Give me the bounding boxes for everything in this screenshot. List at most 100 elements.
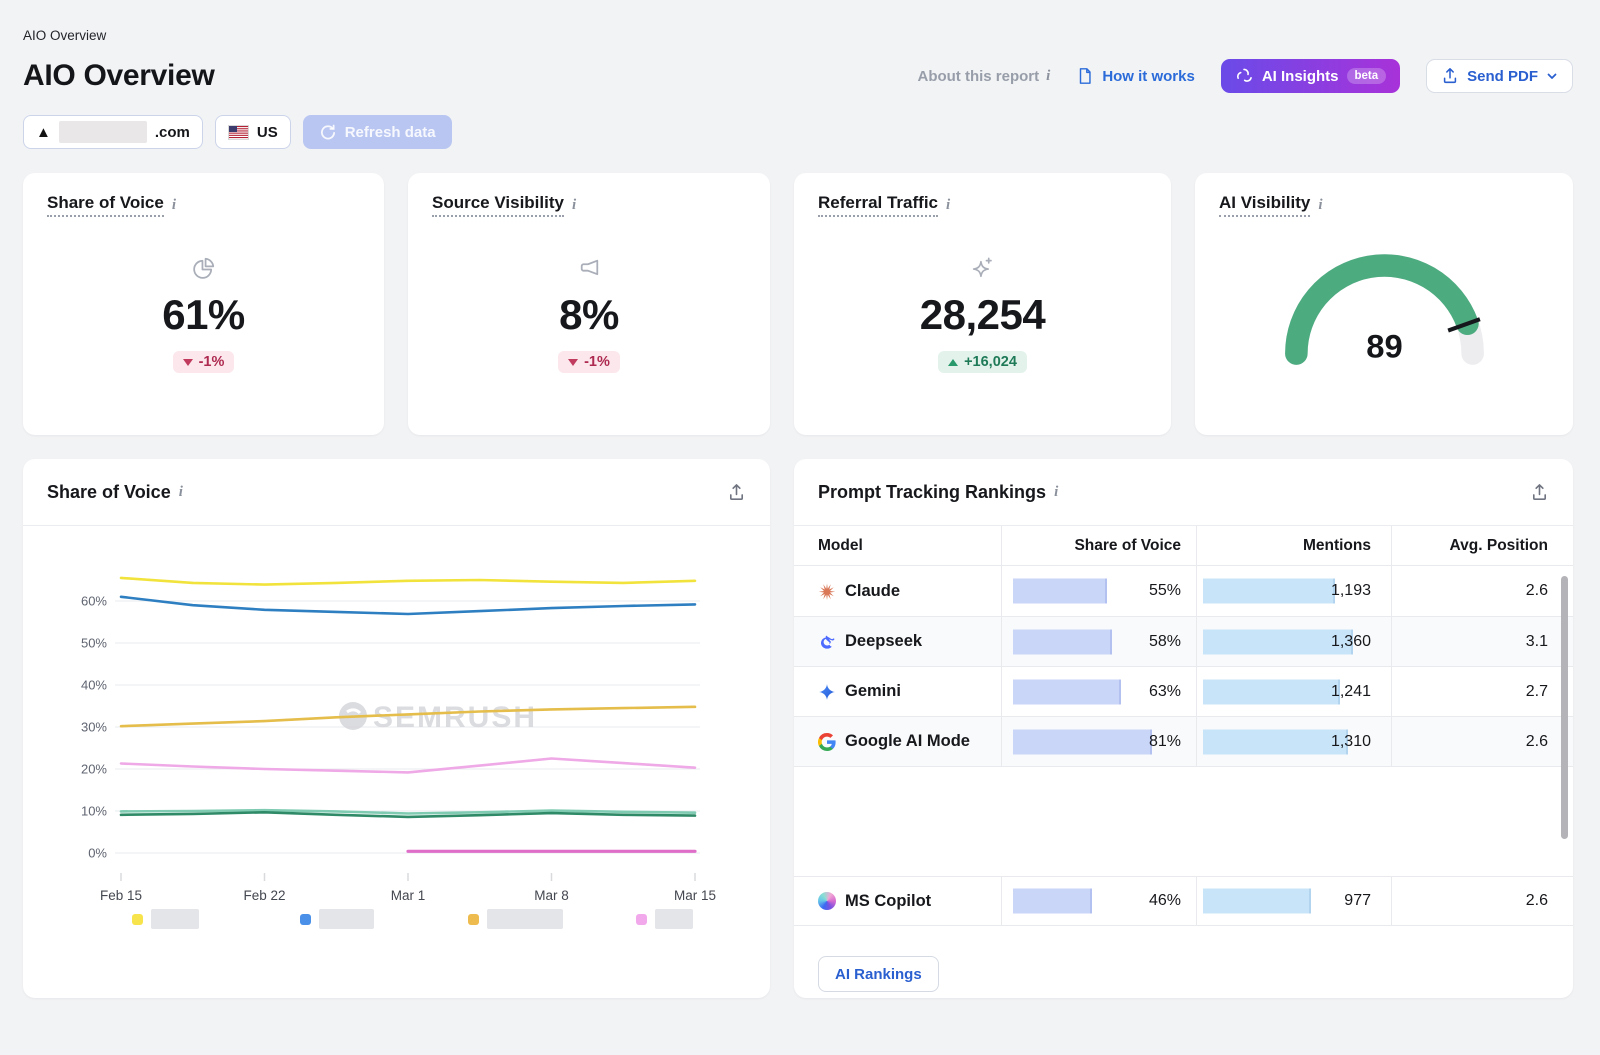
google-icon: [818, 733, 836, 751]
model-name: Deepseek: [845, 632, 922, 651]
legend-item[interactable]: [636, 909, 693, 929]
table-row-gemini[interactable]: Gemini63%1,2412.7: [794, 666, 1573, 716]
svg-text:30%: 30%: [81, 720, 107, 735]
export-icon: [727, 490, 746, 505]
legend-item[interactable]: [132, 909, 199, 929]
document-icon: [1076, 67, 1094, 85]
mentions-value: 1,241: [1331, 683, 1371, 701]
table-body-continued: MS Copilot46%9772.6: [794, 876, 1573, 926]
model-name: MS Copilot: [845, 892, 931, 911]
how-it-works-link[interactable]: How it works: [1076, 67, 1195, 85]
us-flag-icon: [228, 125, 249, 140]
info-icon[interactable]: i: [172, 197, 176, 214]
svg-text:Feb 22: Feb 22: [243, 888, 285, 903]
column-header-avg-position[interactable]: Avg. Position: [1392, 526, 1573, 565]
kpi-value: 28,254: [920, 291, 1045, 339]
series-pink: [121, 759, 695, 773]
kpi-title[interactable]: Share of Voice: [47, 193, 164, 217]
about-this-report[interactable]: About this report i: [917, 68, 1050, 85]
svg-text:Mar 1: Mar 1: [391, 888, 426, 903]
kpi-card-share-of-voice: Share of Voice i 61% -1%: [23, 173, 384, 435]
gauge-value: 89: [1366, 328, 1402, 365]
avg-position-value: 2.6: [1392, 566, 1573, 616]
legend-label-redacted: [487, 909, 563, 929]
ai-visibility-gauge: 89: [1282, 251, 1487, 369]
info-icon[interactable]: i: [1046, 68, 1050, 85]
kpi-change-badge: -1%: [558, 351, 620, 373]
domain-name-redacted: [59, 121, 147, 143]
legend-marker: [636, 914, 647, 925]
table-row-deepseek[interactable]: Deepseek 58% 1,360 3.1: [794, 616, 1573, 666]
avg-position-value: 3.1: [1392, 617, 1573, 666]
info-icon[interactable]: i: [572, 197, 576, 214]
send-pdf-button[interactable]: Send PDF: [1426, 59, 1573, 93]
legend-marker: [300, 914, 311, 925]
ai-insights-button[interactable]: AI Insights beta: [1221, 59, 1400, 93]
kpi-card-source-visibility: Source Visibility i 8% -1%: [408, 173, 770, 435]
kpi-change-badge: +16,024: [938, 351, 1027, 373]
column-header-model[interactable]: Model: [794, 526, 1002, 565]
upload-icon: [1441, 67, 1459, 85]
kpi-change-badge: -1%: [173, 351, 235, 373]
mentions-value: 1,360: [1331, 633, 1371, 651]
model-name: Google AI Mode: [845, 732, 970, 751]
kpi-card-ai-visibility: AI Visibility i 89: [1195, 173, 1573, 435]
table-row-claude[interactable]: Claude55%1,1932.6: [794, 566, 1573, 616]
column-header-share-of-voice[interactable]: Share of Voice: [1002, 526, 1197, 565]
legend-item[interactable]: [468, 909, 563, 929]
share-of-voice-value: 58%: [1149, 633, 1181, 651]
export-table-button[interactable]: [1530, 483, 1549, 502]
table-title: Prompt Tracking Rankings: [818, 482, 1046, 503]
page: AIO Overview AIO Overview About this rep…: [23, 0, 1573, 998]
share-of-voice-chart-card: Share of Voice i 0%10%20%30%40%50%60%SEM…: [23, 459, 770, 998]
table-body: Claude55%1,1932.6 Deepseek 58% 1,360 3.1Gemi…: [794, 566, 1573, 766]
copilot-icon: [818, 892, 836, 910]
legend-item[interactable]: [300, 909, 374, 929]
pie-chart-icon: [190, 255, 217, 283]
svg-text:40%: 40%: [81, 678, 107, 693]
legend-label-redacted: [319, 909, 374, 929]
ai-rankings-button[interactable]: AI Rankings: [818, 956, 939, 992]
share-of-voice-bar: [1013, 579, 1107, 604]
table-row-ms-copilot[interactable]: MS Copilot46%9772.6: [794, 876, 1573, 926]
legend-label-redacted: [151, 909, 199, 929]
kpi-value: 8%: [559, 291, 619, 339]
triangle-down-icon: [183, 359, 193, 366]
mentions-bar: [1203, 889, 1311, 914]
country-filter[interactable]: US: [215, 115, 291, 149]
mentions-bar: [1203, 679, 1340, 704]
semrush-watermark: SEMRUSH: [339, 701, 537, 734]
info-icon[interactable]: i: [1054, 484, 1058, 501]
table-scrollbar[interactable]: [1561, 576, 1568, 839]
refresh-data-button[interactable]: Refresh data: [303, 115, 452, 149]
refresh-icon: [319, 124, 336, 141]
table-row-google-ai-mode[interactable]: Google AI Mode81%1,3102.6: [794, 716, 1573, 766]
svg-text:50%: 50%: [81, 636, 107, 651]
column-header-mentions[interactable]: Mentions: [1197, 526, 1392, 565]
claude-icon: [818, 582, 836, 600]
domain-filter[interactable]: ▲ .com: [23, 115, 203, 149]
chart-title: Share of Voice: [47, 482, 171, 503]
kpi-value: 61%: [162, 291, 245, 339]
mentions-bar: [1203, 579, 1335, 604]
info-icon[interactable]: i: [179, 484, 183, 501]
svg-text:Mar 15: Mar 15: [674, 888, 716, 903]
prompt-tracking-rankings-card: Prompt Tracking Rankings i Model Share o…: [794, 459, 1573, 998]
megaphone-icon: [576, 255, 603, 283]
sparkles-icon: [969, 255, 996, 283]
kpi-card-referral-traffic: Referral Traffic i 28,254 +16,024: [794, 173, 1171, 435]
mentions-bar: [1203, 729, 1348, 754]
breadcrumb[interactable]: AIO Overview: [23, 28, 1573, 43]
kpi-title[interactable]: AI Visibility: [1219, 193, 1310, 217]
chevron-down-icon: [1546, 70, 1558, 82]
series-yellow: [121, 578, 695, 585]
kpi-title[interactable]: Referral Traffic: [818, 193, 938, 217]
info-icon[interactable]: i: [1318, 197, 1322, 214]
legend-marker: [132, 914, 143, 925]
triangle-down-icon: [568, 359, 578, 366]
kpi-title[interactable]: Source Visibility: [432, 193, 564, 217]
deepseek-icon: [818, 633, 836, 651]
info-icon[interactable]: i: [946, 197, 950, 214]
export-chart-button[interactable]: [727, 483, 746, 502]
svg-text:60%: 60%: [81, 594, 107, 609]
